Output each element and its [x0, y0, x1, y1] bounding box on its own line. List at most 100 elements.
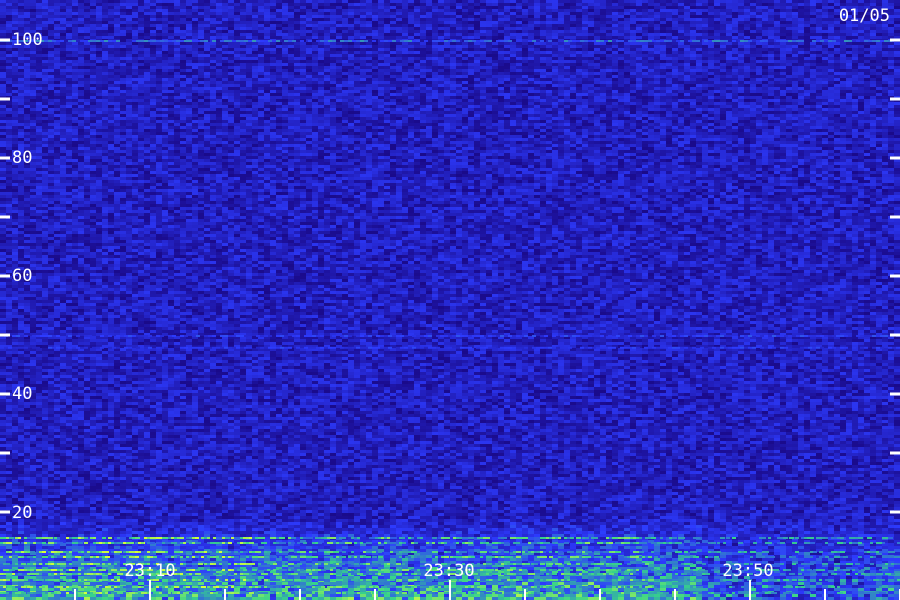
spectrogram-cell — [396, 36, 402, 39]
spectrogram-cell — [504, 0, 510, 3]
spectrogram-cell — [276, 45, 282, 48]
spectrogram-cell — [648, 75, 654, 78]
spectrogram-cell — [240, 45, 246, 48]
spectrogram-cell — [252, 63, 258, 66]
spectrogram-cell — [66, 24, 72, 27]
spectrogram-cell — [516, 54, 522, 57]
spectrogram-cell — [144, 60, 150, 63]
spectrogram-cell — [882, 54, 888, 57]
spectrogram-cell — [174, 12, 180, 15]
spectrogram-cell — [552, 18, 558, 21]
spectrogram-cell — [336, 3, 342, 6]
spectrogram-cell — [522, 45, 528, 48]
spectrogram-cell — [780, 48, 786, 51]
spectrogram-cell — [840, 63, 846, 66]
spectrogram-cell — [792, 69, 798, 72]
spectrogram-cell — [396, 72, 402, 75]
spectrogram-cell — [768, 45, 774, 48]
spectrogram-cell — [366, 60, 372, 63]
spectrogram-cell — [528, 90, 534, 93]
spectrogram-cell — [192, 69, 198, 72]
spectrogram-cell — [600, 45, 606, 48]
spectrogram-cell — [828, 9, 834, 12]
spectrogram-cell — [162, 90, 168, 93]
spectrogram-cell — [312, 51, 318, 54]
spectrogram-cell — [498, 21, 504, 24]
spectrogram-cell — [300, 90, 306, 93]
spectrogram-cell — [336, 9, 342, 12]
spectrogram-cell — [324, 93, 330, 96]
spectrogram-cell — [426, 60, 432, 63]
spectrogram-cell — [576, 3, 582, 6]
spectrogram-cell — [168, 96, 174, 99]
spectrogram-cell — [162, 54, 168, 57]
spectrogram-cell — [672, 60, 678, 63]
spectrogram-cell — [714, 72, 720, 75]
spectrogram-cell — [852, 72, 858, 75]
spectrogram-cell — [366, 21, 372, 24]
spectrogram-cell — [522, 27, 528, 30]
spectrogram-cell — [678, 27, 684, 30]
spectrogram-cell — [168, 57, 174, 60]
spectrogram-cell — [408, 6, 414, 9]
spectrogram-cell — [168, 15, 174, 18]
spectrogram-cell — [570, 15, 576, 18]
spectrogram-cell — [372, 96, 378, 99]
spectrogram-cell — [120, 54, 126, 57]
spectrogram-cell — [588, 3, 594, 6]
spectrogram-cell — [420, 63, 426, 66]
spectrogram-cell — [84, 45, 90, 48]
spectrogram-cell — [630, 96, 636, 99]
spectrogram-cell — [246, 18, 252, 21]
spectrogram-cell — [360, 45, 366, 48]
spectrogram-cell — [60, 93, 66, 96]
spectrogram-cell — [684, 45, 690, 48]
spectrogram-cell — [714, 93, 720, 96]
spectrogram-cell — [894, 3, 900, 6]
spectrogram-cell — [810, 54, 816, 57]
spectrogram-cell — [372, 84, 378, 87]
spectrogram-cell — [792, 9, 798, 12]
spectrogram-cell — [186, 66, 192, 69]
spectrogram-cell — [318, 90, 324, 93]
spectrogram-cell — [744, 87, 750, 90]
spectrogram-cell — [78, 54, 84, 57]
spectrogram-cell — [72, 30, 78, 33]
spectrogram-cell — [144, 6, 150, 9]
spectrogram-cell — [132, 75, 138, 78]
spectrogram-cell — [108, 6, 114, 9]
spectrogram-cell — [306, 30, 312, 33]
spectrogram-cell — [426, 42, 432, 45]
spectrogram-cell — [558, 27, 564, 30]
spectrogram-cell — [438, 15, 444, 18]
spectrogram-cell — [108, 93, 114, 96]
spectrogram-cell — [360, 15, 366, 18]
spectrogram-cell — [894, 90, 900, 93]
spectrogram-cell — [420, 0, 426, 3]
spectrogram-cell — [756, 81, 762, 84]
spectrogram-cell — [546, 33, 552, 36]
spectrogram-cell — [702, 0, 708, 3]
spectrogram-cell — [804, 90, 810, 93]
spectrogram-cell — [564, 63, 570, 66]
spectrogram-cell — [408, 48, 414, 51]
spectrogram-cell — [6, 87, 12, 90]
spectrogram-cell — [402, 57, 408, 60]
spectrogram-cell — [48, 57, 54, 60]
spectrogram-cell — [618, 87, 624, 90]
spectrogram-cell — [36, 0, 42, 3]
spectrogram-cell — [210, 75, 216, 78]
spectrogram-cell — [360, 0, 366, 3]
spectrogram-cell — [6, 81, 12, 84]
spectrogram-cell — [810, 78, 816, 81]
spectrogram-cell — [216, 15, 222, 18]
spectrogram-cell — [192, 6, 198, 9]
spectrogram-cell — [408, 3, 414, 6]
spectrogram-cell — [858, 60, 864, 63]
spectrogram-cell — [66, 93, 72, 96]
spectrogram-cell — [138, 42, 144, 45]
spectrogram-cell — [96, 54, 102, 57]
spectrogram-cell — [348, 48, 354, 51]
spectrogram-cell — [288, 36, 294, 39]
spectrogram-cell — [60, 36, 66, 39]
